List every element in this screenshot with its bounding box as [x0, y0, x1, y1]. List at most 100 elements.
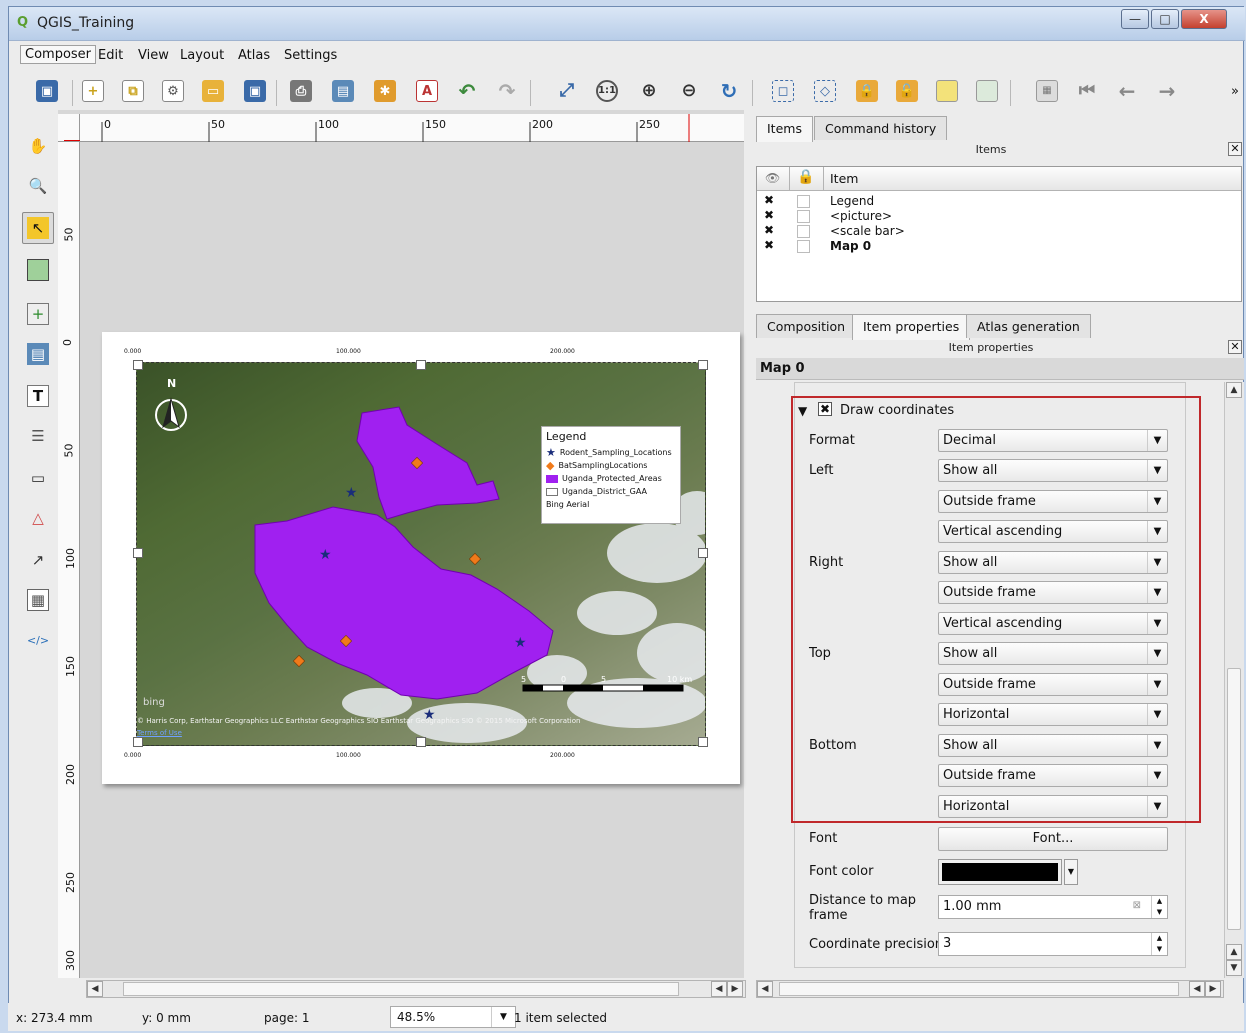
atlas-preview-icon[interactable]: ▦ [1032, 76, 1062, 106]
scale-label: 10 km [667, 675, 693, 684]
refresh-icon[interactable]: ↻ [714, 76, 744, 106]
font-color-button[interactable] [938, 859, 1062, 885]
scroll-up-icon[interactable]: ▲ [1226, 944, 1242, 960]
redo-icon[interactable]: ↷ [492, 76, 522, 106]
scroll-right-icon[interactable]: ▶ [727, 981, 743, 997]
add-html-icon[interactable]: </> [22, 624, 54, 656]
page-number: page: 1 [264, 1011, 310, 1025]
zoom-select[interactable]: 48.5% ▼ [390, 1006, 516, 1028]
tab-items[interactable]: Items [756, 116, 813, 142]
selection-handle[interactable] [416, 360, 426, 370]
item-row[interactable]: ✖ Legend [757, 194, 1241, 209]
selection-handle[interactable] [698, 548, 708, 558]
menu-atlas[interactable]: Atlas [234, 47, 274, 64]
align-items-icon[interactable] [972, 76, 1002, 106]
tab-item-properties[interactable]: Item properties [852, 314, 971, 340]
close-button[interactable]: X [1181, 9, 1227, 29]
scroll-up-icon[interactable]: ▲ [1226, 382, 1242, 398]
selection-handle[interactable] [698, 360, 708, 370]
pan-tool-icon[interactable]: ✋ [22, 130, 54, 162]
close-icon[interactable]: ✕ [1228, 142, 1242, 156]
open-template-icon[interactable]: ▭ [198, 76, 228, 106]
export-image-icon[interactable]: ▤ [328, 76, 358, 106]
map-legend[interactable]: Legend ★ Rodent_Sampling_Locations ◆ BatSa… [541, 426, 681, 524]
props-vertical-scrollbar[interactable]: ▲ ▲ ▼ [1224, 382, 1244, 978]
add-shape-icon[interactable]: △ [22, 502, 54, 534]
new-composer-icon[interactable]: + [78, 76, 108, 106]
save-project-icon[interactable]: ▣ [32, 76, 62, 106]
scroll-left-icon[interactable]: ◀ [1189, 981, 1205, 997]
distance-spinbox[interactable]: 1.00 mm ⊠ ▲ ▼ [938, 895, 1168, 919]
font-button[interactable]: Font... [938, 827, 1168, 851]
duplicate-composer-icon[interactable]: ⧉ [118, 76, 148, 106]
export-svg-icon[interactable]: ✱ [370, 76, 400, 106]
canvas-horizontal-scrollbar[interactable]: ◀ ◀ ▶ [86, 980, 746, 998]
zoom-actual-icon[interactable]: 1:1 [592, 76, 622, 106]
unlock-items-icon[interactable]: 🔓 [892, 76, 922, 106]
add-attribute-table-icon[interactable]: ▦ [22, 584, 54, 616]
print-icon[interactable]: ⎙ [286, 76, 316, 106]
close-icon[interactable]: ✕ [1228, 340, 1242, 354]
scroll-right-icon[interactable]: ▶ [1205, 981, 1221, 997]
ungroup-items-icon[interactable]: ◇ [810, 76, 840, 106]
item-row[interactable]: ✖ <scale bar> [757, 224, 1241, 239]
menu-view[interactable]: View [134, 47, 173, 64]
select-move-item-icon[interactable]: ↖ [22, 212, 54, 244]
chevron-down-icon[interactable]: ▼ [1064, 859, 1078, 885]
composer-manager-icon[interactable]: ⚙ [158, 76, 188, 106]
scroll-thumb[interactable] [123, 982, 679, 996]
scroll-left-icon[interactable]: ◀ [757, 981, 773, 997]
scroll-thumb[interactable] [1227, 668, 1241, 930]
add-label-icon[interactable]: T [22, 380, 54, 412]
selection-handle[interactable] [698, 737, 708, 747]
zoom-full-icon[interactable]: ⤢ [552, 76, 582, 106]
undo-icon[interactable]: ↶ [452, 76, 482, 106]
menu-edit[interactable]: Edit [94, 47, 127, 64]
add-scalebar-icon[interactable]: ▭ [22, 462, 54, 494]
group-items-icon[interactable]: ◻ [768, 76, 798, 106]
move-content-icon[interactable] [22, 254, 54, 286]
selection-handle[interactable] [133, 360, 143, 370]
selection-handle[interactable] [133, 548, 143, 558]
map-item[interactable]: ★ ★ ★ ★ N 5 0 5 10 km bing © Harris Corp… [136, 362, 706, 746]
scroll-left-icon[interactable]: ◀ [87, 981, 103, 997]
tab-atlas-generation[interactable]: Atlas generation [966, 314, 1091, 338]
ruler-label: 150 [425, 118, 446, 131]
raise-items-icon[interactable] [932, 76, 962, 106]
menu-settings[interactable]: Settings [280, 47, 341, 64]
selection-handle[interactable] [133, 737, 143, 747]
maximize-button[interactable]: □ [1151, 9, 1179, 29]
lock-items-icon[interactable]: 🔒 [852, 76, 882, 106]
items-tree[interactable]: 👁 🔒 Item ✖ Legend ✖ <picture> ✖ <scale bar>… [756, 166, 1242, 302]
props-horizontal-scrollbar[interactable]: ◀ ◀ ▶ [756, 980, 1224, 998]
save-template-icon[interactable]: ▣ [240, 76, 270, 106]
scale-label: 5 [601, 675, 607, 684]
add-map-icon[interactable]: + [22, 298, 54, 330]
zoom-tool-icon[interactable]: 🔍 [22, 170, 54, 202]
first-feature-icon[interactable]: ⏮ [1072, 76, 1102, 106]
menu-composer[interactable]: Composer [20, 45, 97, 64]
selection-handle[interactable] [416, 737, 426, 747]
precision-spinbox[interactable]: 3 ▲ ▼ [938, 932, 1168, 956]
add-arrow-icon[interactable]: ↗ [22, 544, 54, 576]
spinner-arrows-icon: ▲ ▼ [1151, 933, 1167, 955]
toolbar-overflow-icon[interactable]: » [1220, 76, 1246, 106]
add-legend-icon[interactable]: ☰ [22, 420, 54, 452]
next-feature-icon[interactable]: → [1152, 76, 1182, 106]
previous-feature-icon[interactable]: ← [1112, 76, 1142, 106]
item-row[interactable]: ✖ Map 0 [757, 239, 1241, 254]
scroll-left-icon[interactable]: ◀ [711, 981, 727, 997]
scroll-thumb[interactable] [779, 982, 1179, 996]
tab-composition[interactable]: Composition [756, 314, 857, 338]
tab-command-history[interactable]: Command history [814, 116, 948, 140]
menu-layout[interactable]: Layout [176, 47, 228, 64]
zoom-in-icon[interactable]: ⊕ [634, 76, 664, 106]
ruler-label: 50 [211, 118, 225, 131]
minimize-button[interactable]: — [1121, 9, 1149, 29]
add-image-icon[interactable]: ▤ [22, 338, 54, 370]
item-row[interactable]: ✖ <picture> [757, 209, 1241, 224]
scroll-down-icon[interactable]: ▼ [1226, 960, 1242, 976]
terms-link[interactable]: Terms of Use [137, 729, 182, 737]
export-pdf-icon[interactable]: A [412, 76, 442, 106]
zoom-out-icon[interactable]: ⊖ [674, 76, 704, 106]
